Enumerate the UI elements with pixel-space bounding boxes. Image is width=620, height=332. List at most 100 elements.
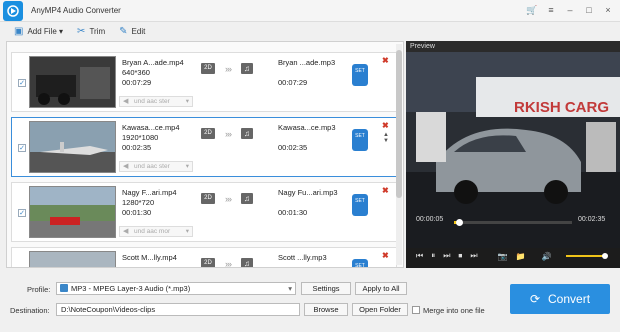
bottom-panel: Profile: MP3 - MPEG Layer-3 Audio (*.mp3…: [0, 274, 620, 332]
remove-icon[interactable]: ✖: [382, 251, 389, 260]
music-note-icon: ♫: [241, 258, 253, 267]
source-duration: 00:01:30: [122, 208, 152, 217]
2d-badge-icon: 2D: [201, 63, 215, 74]
source-resolution: 640*360: [122, 68, 150, 77]
source-filename: Kawasa...ce.mp4: [122, 123, 180, 132]
audio-track-label: und aac mor: [134, 228, 171, 235]
file-checkbox[interactable]: ✓: [18, 79, 26, 87]
previous-frame-icon[interactable]: ⏮: [416, 251, 423, 261]
output-info: Bryan ...ade.mp3 00:07:29: [278, 58, 335, 88]
list-scrollbar[interactable]: [396, 44, 402, 265]
remove-icon[interactable]: ✖: [382, 186, 389, 195]
file-checkbox[interactable]: ✓: [18, 209, 26, 217]
app-logo-icon: [3, 0, 23, 21]
next-frame-icon[interactable]: ⏭: [443, 251, 450, 261]
stop-icon[interactable]: ⏹: [458, 251, 462, 261]
file-checkbox[interactable]: ✓: [18, 144, 26, 152]
move-up-down-icon[interactable]: ▲ ▼: [383, 132, 389, 144]
scissors-icon: ✂: [77, 25, 86, 37]
convert-label: Convert: [548, 292, 591, 306]
merge-label: Merge into one file: [423, 306, 485, 315]
chevron-down-icon: ▾: [288, 284, 292, 293]
remove-icon[interactable]: ✖: [382, 121, 389, 130]
menu-icon[interactable]: ≡: [543, 3, 559, 17]
video-thumbnail: [29, 56, 116, 108]
browse-button[interactable]: Browse: [304, 303, 348, 316]
2d-badge-icon: 2D: [201, 258, 215, 267]
file-row[interactable]: ✓ Kawasa...ce.mp4 1920*1080 00:02:35 2D …: [11, 117, 397, 177]
open-folder-button[interactable]: Open Folder: [352, 303, 408, 316]
file-row[interactable]: ✓ Nagy F...ari.mp4 1280*720 00:01:30 2D …: [11, 182, 397, 242]
output-filename: Scott ...lly.mp3: [278, 253, 327, 262]
audio-track-label: und aac ster: [134, 163, 170, 170]
conversion-indicator: 2D ››› ♫: [201, 258, 253, 267]
trim-button[interactable]: ✂ Trim: [77, 26, 105, 37]
output-filename: Bryan ...ade.mp3: [278, 58, 336, 67]
source-info: Bryan A...ade.mp4 640*360 00:07:29: [122, 58, 184, 88]
music-note-icon: ♫: [241, 63, 253, 74]
add-file-button[interactable]: ▣ Add File ▾: [14, 26, 63, 37]
source-resolution: 1280*720: [122, 198, 155, 207]
chevron-down-icon: ▾: [185, 228, 189, 235]
file-list: ✓ Bryan A...ade.mp4 640*360 00:07:29 2D …: [6, 41, 404, 268]
file-row[interactable]: ✓ Bryan A...ade.mp4 640*360 00:07:29 2D …: [11, 52, 397, 112]
pause-icon[interactable]: ⏸: [431, 251, 435, 261]
settings-button[interactable]: Settings: [301, 282, 351, 295]
audio-track-select[interactable]: ◀ und aac ster ▾: [119, 96, 193, 107]
toolbar: ▣ Add File ▾ ✂ Trim ✎ Edit: [0, 22, 620, 40]
speaker-icon: ◀: [123, 228, 129, 235]
output-info: Kawasa...ce.mp3 00:02:35: [278, 123, 336, 153]
maximize-button[interactable]: □: [581, 3, 597, 17]
destination-label: Destination:: [10, 306, 50, 315]
snapshot-icon[interactable]: 📷: [498, 252, 508, 261]
output-settings-icon[interactable]: SET: [352, 64, 368, 86]
audio-track-select[interactable]: ◀ und aac mor ▾: [119, 226, 193, 237]
destination-input[interactable]: D:\NoteCoupon\Videos-clips: [56, 303, 300, 316]
preview-panel: Preview RKISH CARG 00:00:05 00:02:35 ⏮ ⏸…: [406, 41, 620, 268]
apply-to-all-button[interactable]: Apply to All: [355, 282, 407, 295]
video-thumbnail: [29, 186, 116, 238]
video-thumbnail: [29, 251, 116, 267]
total-time: 00:02:35: [578, 216, 606, 223]
cargo-text: RKISH CARG: [514, 99, 609, 116]
app-window: AnyMP4 Audio Converter 🛒 ≡ – □ × ▣ Add F…: [0, 0, 620, 332]
edit-icon: ✎: [119, 25, 128, 37]
minimize-button[interactable]: –: [562, 3, 578, 17]
window-controls: 🛒 ≡ – □ ×: [524, 3, 616, 17]
app-title: AnyMP4 Audio Converter: [31, 6, 121, 15]
edit-button[interactable]: ✎ Edit: [119, 26, 145, 37]
remove-icon[interactable]: ✖: [382, 56, 389, 65]
skip-end-icon[interactable]: ⏭: [470, 251, 477, 261]
volume-slider[interactable]: [566, 253, 608, 259]
2d-badge-icon: 2D: [201, 193, 215, 204]
volume-icon[interactable]: 🔊: [542, 252, 552, 261]
output-duration: 00:02:35: [278, 143, 308, 152]
output-settings-icon[interactable]: SET: [352, 259, 368, 267]
chevron-down-icon: ▾: [185, 163, 189, 170]
scrollbar-thumb[interactable]: [396, 50, 402, 198]
source-info: Scott M...lly.mp4: [122, 253, 177, 263]
progress-handle[interactable]: [455, 219, 463, 226]
folder-icon[interactable]: 📁: [516, 252, 526, 261]
conversion-indicator: 2D ››› ♫: [201, 193, 253, 204]
music-note-icon: ♫: [241, 128, 253, 139]
progress-bar[interactable]: [454, 219, 572, 226]
output-settings-icon[interactable]: SET: [352, 194, 368, 216]
merge-checkbox[interactable]: [412, 306, 420, 314]
cart-icon[interactable]: 🛒: [524, 3, 540, 17]
player-controls: ⏮ ⏸ ⏭ ⏹ ⏭ 📷 📁 🔊: [406, 244, 620, 268]
source-info: Kawasa...ce.mp4 1920*1080 00:02:35: [122, 123, 180, 153]
file-row[interactable]: Scott M...lly.mp4 2D ››› ♫ Scott ...lly.…: [11, 247, 397, 267]
profile-select[interactable]: MP3 - MPEG Layer-3 Audio (*.mp3) ▾: [56, 282, 296, 295]
close-button[interactable]: ×: [600, 3, 616, 17]
convert-button[interactable]: ⟳ Convert: [510, 284, 610, 314]
output-duration: 00:07:29: [278, 78, 308, 87]
volume-handle[interactable]: [601, 253, 608, 259]
output-settings-icon[interactable]: SET: [352, 129, 368, 151]
edit-label: Edit: [131, 26, 146, 36]
source-duration: 00:07:29: [122, 78, 152, 87]
speaker-icon: ◀: [123, 98, 129, 105]
source-filename: Bryan A...ade.mp4: [122, 58, 184, 67]
source-duration: 00:02:35: [122, 143, 152, 152]
audio-track-select[interactable]: ◀ und aac ster ▾: [119, 161, 193, 172]
